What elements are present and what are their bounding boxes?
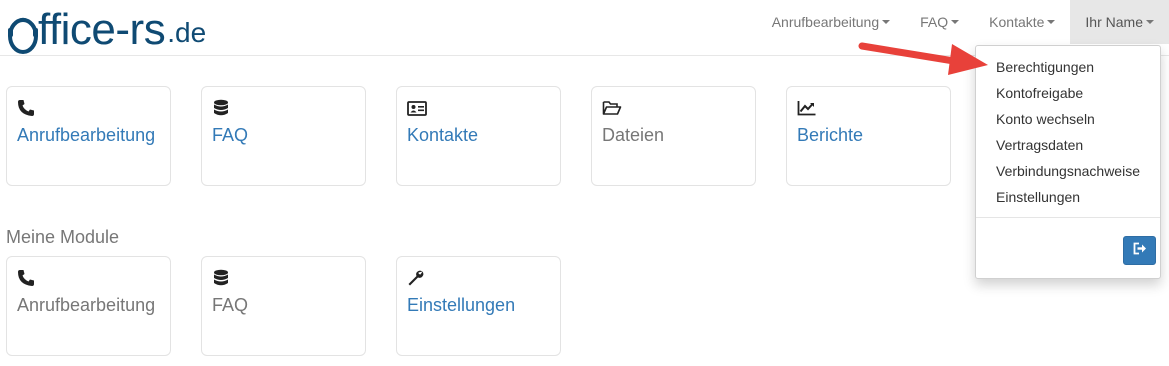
sign-out-icon [1133,242,1147,260]
tile-label: Einstellungen [407,295,516,315]
menu-item-verbindungsnachweise[interactable]: Verbindungsnachweise [976,158,1160,184]
menu-item-vertragsdaten[interactable]: Vertragsdaten [976,132,1160,158]
caret-down-icon [951,20,960,24]
user-dropdown-menu: Berechtigungen Kontofreigabe Konto wechs… [975,45,1161,279]
menu-item-kontofreigabe[interactable]: Kontofreigabe [976,80,1160,106]
nav-label: Anrufbearbeitung [771,14,880,30]
logout-button[interactable] [1123,236,1156,265]
logo-tld: .de [167,17,207,48]
nav-label: Ihr Name [1085,14,1143,30]
tile-label: Anrufbearbeitung [17,125,156,145]
nav-user-menu[interactable]: Ihr Name [1070,0,1169,44]
nav-label: FAQ [920,14,949,30]
tile-dateien[interactable]: Dateien [591,86,756,186]
tile-faq[interactable]: FAQ [201,86,366,186]
folder-open-icon [602,99,622,117]
contact-card-icon [407,99,427,117]
tile-label: Dateien [602,125,665,145]
section-title-meine-module: Meine Module [6,227,120,247]
menu-item-konto-wechseln[interactable]: Konto wechseln [976,106,1160,132]
phone-icon [17,269,35,287]
tile-anrufbearbeitung[interactable]: Anrufbearbeitung [6,86,171,186]
tile-kontakte[interactable]: Kontakte [396,86,561,186]
menu-divider [976,217,1160,218]
database-icon [212,269,230,287]
brand-logo[interactable]: ffice-rs .de [6,2,207,54]
tile-label: Berichte [797,125,864,145]
phone-icon [17,99,35,117]
module-tile-einstellungen[interactable]: Einstellungen [396,256,561,356]
module-tile-faq[interactable]: FAQ [201,256,366,356]
tile-label: FAQ [212,125,249,145]
caret-down-icon [1146,20,1154,24]
tile-label: Kontakte [407,125,479,145]
wrench-icon [407,269,425,287]
nav-kontakte[interactable]: Kontakte [974,0,1070,44]
chart-line-icon [797,99,816,117]
caret-down-icon [1047,20,1056,24]
nav-label: Kontakte [989,14,1045,30]
annotation-arrow-icon [858,42,988,75]
tile-label: Anrufbearbeitung [17,295,156,315]
logo-text: ffice-rs [38,5,166,54]
database-icon [212,99,230,117]
tile-label: FAQ [212,295,249,315]
logo-headset-icon [6,12,40,54]
module-tile-anrufbearbeitung[interactable]: Anrufbearbeitung [6,256,171,356]
menu-item-einstellungen[interactable]: Einstellungen [976,184,1160,210]
caret-down-icon [882,20,891,24]
menu-item-berechtigungen[interactable]: Berechtigungen [976,54,1160,80]
tile-berichte[interactable]: Berichte [786,86,951,186]
